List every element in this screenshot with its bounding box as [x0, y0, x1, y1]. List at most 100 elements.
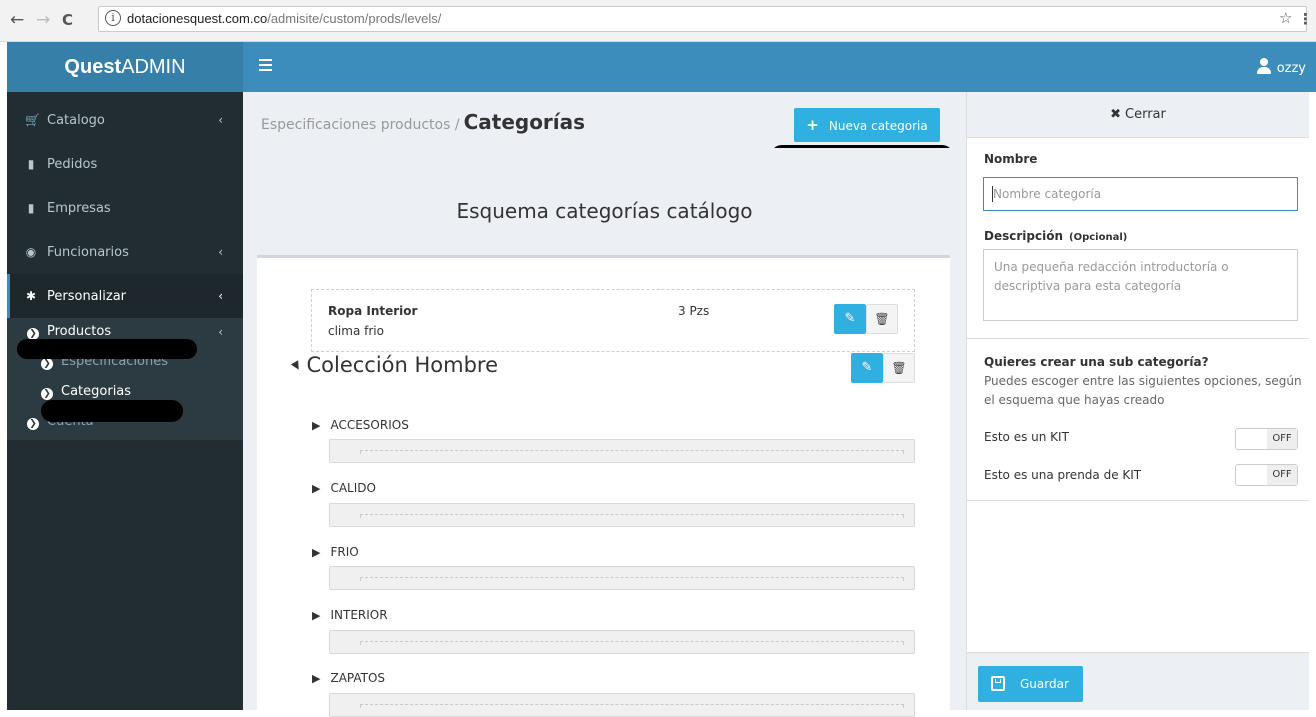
- sidebar-item-label: Funcionarios: [47, 245, 129, 260]
- subcategory-name: CALIDO: [330, 481, 376, 495]
- trash-icon: 🗑: [891, 361, 907, 375]
- delete-collection-button[interactable]: 🗑: [883, 353, 915, 383]
- subcategory-toggle[interactable]: ▶ CALIDO: [312, 481, 376, 495]
- sidebar-item-label: Categorias: [61, 384, 132, 399]
- close-icon: ✖: [1110, 107, 1122, 122]
- chevron-left-icon: ‹: [218, 245, 223, 259]
- pencil-icon: ✎: [844, 311, 856, 326]
- browser-menu-icon[interactable]: ⋮: [1298, 10, 1313, 28]
- kit-item-toggle-state: OFF: [1267, 465, 1297, 485]
- chevron-left-icon: ‹: [218, 289, 223, 303]
- sidebar: 🛒 Catalogo ‹ ▮ Pedidos ▮ Empresas ◉ Funcionar…: [7, 92, 243, 710]
- reload-icon[interactable]: C: [62, 11, 73, 29]
- close-label: Cerrar: [1125, 107, 1166, 122]
- kit-toggle-state: OFF: [1267, 429, 1297, 449]
- kit-item-toggle[interactable]: OFF: [1235, 464, 1298, 486]
- drop-zone[interactable]: [329, 566, 915, 590]
- new-category-button[interactable]: + Nueva categoria: [794, 108, 940, 142]
- drop-zone[interactable]: [329, 630, 915, 654]
- brand-regular: ADMIN: [121, 56, 186, 78]
- url-text: dotacionesquest.com.co/admisite/custom/p…: [127, 11, 441, 26]
- drop-zone[interactable]: [329, 693, 915, 717]
- subcategory-name: ZAPATOS: [330, 671, 386, 685]
- subcategory-question: Quieres crear una sub categoría?: [984, 355, 1209, 369]
- drop-zone[interactable]: [329, 439, 915, 463]
- cart-icon: 🛒: [25, 113, 40, 127]
- description-label-text: Descripción: [984, 229, 1063, 243]
- plus-icon: +: [806, 116, 819, 134]
- category-form-panel: ✖ Cerrar Nombre Nombre categoría Descripc…: [966, 92, 1309, 710]
- bookmark-star-icon[interactable]: ☆: [1279, 9, 1292, 27]
- sidebar-item-personalizar[interactable]: ✱ Personalizar ‹: [7, 274, 243, 318]
- back-icon[interactable]: ←: [10, 10, 24, 30]
- subcategory-toggle[interactable]: ▶ ZAPATOS: [312, 671, 385, 685]
- description-label: Descripción (Opcional): [984, 229, 1127, 243]
- page-title: Categorías: [463, 110, 586, 134]
- sidebar-item-label: Productos: [47, 324, 112, 339]
- user-menu[interactable]: ozzy: [1256, 58, 1306, 76]
- item-quantity: 3 Pzs: [678, 304, 710, 318]
- caret-right-icon: ▶: [312, 419, 321, 432]
- name-placeholder: Nombre categoría: [993, 187, 1102, 201]
- breadcrumb-parent[interactable]: Especificaciones productos /: [261, 117, 460, 133]
- caret-right-icon: ▶: [312, 672, 321, 685]
- brand-bold: Quest: [64, 56, 122, 78]
- url-path: /admisite/custom/prods/levels/: [267, 11, 442, 26]
- redaction-mark: [41, 400, 183, 422]
- drop-zone[interactable]: [329, 503, 915, 527]
- kit-toggle[interactable]: OFF: [1235, 428, 1298, 450]
- subcategory-help: Puedes escoger entre las siguientes opci…: [984, 374, 1302, 407]
- hamburger-icon[interactable]: [259, 59, 272, 71]
- description-field[interactable]: Una pequeña redacción introductoría o de…: [983, 249, 1298, 321]
- subcategory-toggle[interactable]: ▶ FRIO: [312, 545, 359, 559]
- trash-icon: 🗑: [874, 312, 890, 326]
- info-icon[interactable]: i: [105, 10, 121, 26]
- save-button[interactable]: Guardar: [978, 666, 1083, 702]
- forward-icon[interactable]: →: [36, 10, 50, 30]
- description-placeholder: Una pequeña redacción introductoría o de…: [994, 260, 1229, 293]
- sidebar-item-label: Empresas: [47, 201, 111, 216]
- gear-icon: ✱: [25, 289, 37, 303]
- user-circle-icon: ◉: [25, 245, 37, 259]
- sidebar-item-catalogo[interactable]: 🛒 Catalogo ‹: [7, 98, 243, 142]
- edit-button[interactable]: ✎: [834, 304, 866, 334]
- close-button[interactable]: ✖ Cerrar: [967, 92, 1309, 138]
- subcategory-name: ACCESORIOS: [330, 418, 409, 432]
- delete-button[interactable]: 🗑: [866, 304, 898, 334]
- user-name: ozzy: [1276, 61, 1306, 76]
- name-field[interactable]: Nombre categoría: [983, 177, 1298, 211]
- subcategory-toggle[interactable]: ▶ INTERIOR: [312, 608, 388, 622]
- chevron-left-icon: ‹: [218, 325, 223, 339]
- file-icon: ▮: [27, 201, 35, 215]
- sidebar-item-funcionarios[interactable]: ◉ Funcionarios ‹: [7, 230, 243, 274]
- brand-logo[interactable]: QuestADMIN: [7, 42, 243, 92]
- url-host: dotacionesquest.com.co: [127, 11, 268, 26]
- kit-item-label: Esto es una prenda de KIT: [984, 468, 1142, 482]
- edit-collection-button[interactable]: ✎: [851, 353, 883, 383]
- new-category-label: Nueva categoria: [828, 119, 928, 133]
- subcategory-toggle[interactable]: ▶ ACCESORIOS: [312, 418, 409, 432]
- caret-right-icon: ▶: [312, 482, 321, 495]
- chevron-circle-icon: ❯: [27, 418, 39, 430]
- chevron-circle-icon: ❯: [41, 388, 53, 400]
- collection-heading[interactable]: ▼ Colección Hombre: [289, 353, 498, 377]
- chevron-left-icon: ‹: [218, 113, 223, 127]
- content-header: Especificaciones productos / Categorías +…: [243, 92, 966, 148]
- divider: [967, 338, 1309, 339]
- caret-right-icon: ▶: [312, 546, 321, 559]
- caret-down-icon: ▼: [289, 357, 304, 374]
- sidebar-item-pedidos[interactable]: ▮ Pedidos: [7, 142, 243, 186]
- pencil-icon: ✎: [861, 360, 873, 375]
- divider: [967, 500, 1309, 501]
- user-icon: [1256, 58, 1271, 74]
- sidebar-item-label: Catalogo: [47, 113, 105, 128]
- kit-label: Esto es un KIT: [984, 430, 1069, 444]
- subcategory-name: INTERIOR: [330, 608, 388, 622]
- sidebar-item-label: Personalizar: [47, 289, 127, 304]
- address-bar[interactable]: i dotacionesquest.com.co/admisite/custom…: [98, 6, 1307, 32]
- top-navbar: ozzy: [243, 42, 1316, 92]
- category-item-card[interactable]: Ropa Interior clima frio 3 Pzs ✎ 🗑: [311, 289, 915, 352]
- caret-right-icon: ▶: [312, 609, 321, 622]
- sidebar-item-empresas[interactable]: ▮ Empresas: [7, 186, 243, 230]
- chevron-circle-icon: ❯: [41, 358, 53, 370]
